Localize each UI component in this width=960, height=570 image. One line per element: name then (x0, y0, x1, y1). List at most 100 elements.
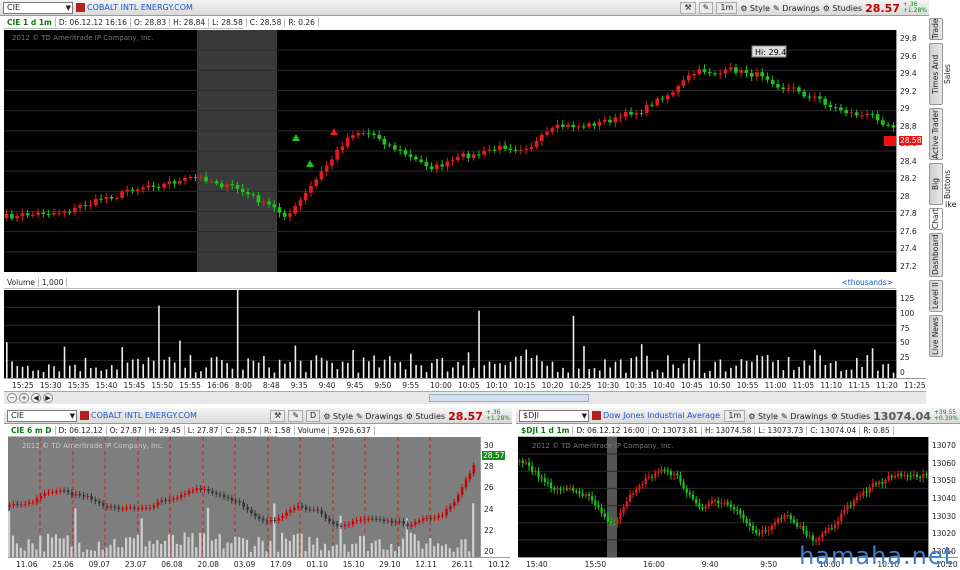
left-timeframe-button[interactable]: D (306, 410, 321, 422)
draw-icon[interactable]: ✎ (288, 410, 304, 422)
candle-body (571, 124, 576, 128)
chevron-down-icon[interactable]: ▼ (582, 411, 587, 421)
volume-axis[interactable]: 125 100 75 50 25 0 (896, 290, 926, 378)
candle-body (613, 523, 616, 525)
chevron-down-icon[interactable]: ▼ (66, 3, 71, 13)
candle-body (865, 491, 868, 493)
axis-tick-label: 15:25 (12, 381, 34, 390)
right-dji-chart[interactable]: 2012 © TD Ameritrade IP Company, Inc. (518, 437, 928, 557)
volume-bar (160, 543, 163, 557)
volume-bar (226, 363, 228, 378)
candle-body (909, 475, 912, 477)
axis-tick-label: 100 (900, 308, 915, 318)
left-price-axis[interactable]: 30 28 26 24 22 20 28.57 (480, 437, 510, 557)
candle-body (543, 478, 546, 483)
candle-body (303, 192, 308, 201)
candle-body (837, 521, 840, 525)
candle-body (282, 212, 287, 217)
right-chart-svg (518, 437, 928, 557)
volume-bar (460, 539, 463, 557)
tools-icon[interactable]: ⚒ (270, 410, 286, 422)
volume-bar (242, 538, 245, 557)
side-tab-times-and-sales[interactable]: Times And Sales (929, 43, 952, 105)
main-price-chart[interactable]: Hi: 29.45 2012 © TD Ameritrade IP Compan… (4, 30, 896, 272)
candle-body (309, 186, 313, 193)
side-tab-big-buttons[interactable]: Big Buttons (929, 163, 952, 205)
axis-tick-label: 15:40 (526, 560, 548, 569)
main-scrollbar[interactable] (429, 394, 589, 402)
candle-body (36, 212, 40, 215)
side-tab-trade[interactable]: Trade (929, 18, 943, 40)
side-tab-chart[interactable]: Chart (929, 208, 943, 230)
main-symbol-input[interactable]: CIE ▼ (3, 1, 73, 14)
style-button[interactable]: ⚙ Style (323, 412, 353, 421)
drawings-button[interactable]: ✎ Drawings (781, 412, 828, 421)
chevron-down-icon[interactable]: ▼ (70, 411, 75, 421)
candle-body (312, 509, 316, 511)
style-button[interactable]: ⚙ Style (748, 412, 778, 421)
zoom-in-icon[interactable]: + (19, 393, 29, 403)
right-symbol-input[interactable]: $DJI ▼ (519, 409, 589, 422)
candle-body (424, 161, 429, 167)
timeframe-button[interactable]: 1m (716, 2, 738, 14)
left-symbol-input[interactable]: CIE ▼ (7, 409, 77, 422)
style-label: Style (332, 411, 354, 421)
volume-bar (242, 369, 244, 378)
axis-tick-label: 29.8 (900, 34, 917, 43)
volume-units: <thousands> (841, 278, 893, 287)
candle-body (818, 537, 821, 541)
candle-body (881, 120, 885, 125)
main-time-axis[interactable]: 15:25 15:30 15:35 15:40 15:45 15:50 15:55 16:06… (4, 378, 926, 391)
scroll-left-icon[interactable]: ◀ (31, 393, 41, 403)
side-tab-active-trader[interactable]: Active Trader (929, 108, 943, 160)
side-tab-dashboard[interactable]: Dashboard (929, 233, 943, 277)
tools-icon[interactable]: ⚒ (680, 2, 696, 14)
volume-bar (58, 538, 61, 557)
draw-icon[interactable]: ✎ (698, 2, 714, 14)
axis-tick-label: 20.08 (197, 560, 220, 569)
right-toolbar-right: 1m ⚙ Style ✎ Drawings ⚙ Studies 13074.04… (724, 408, 958, 424)
left-time-axis[interactable]: 11.06 25.06 09.07 23.07 06.08 20.08 03.09 17.09… (8, 557, 510, 570)
candle-body (613, 117, 618, 123)
candle-body (887, 475, 890, 480)
candle-body (35, 498, 39, 503)
studies-button[interactable]: ⚙ Studies (406, 412, 445, 421)
side-tab-level-ii[interactable]: Level II (929, 280, 943, 312)
studies-button[interactable]: ⚙ Studies (831, 412, 870, 421)
right-price-axis[interactable]: 13070 13060 13050 13040 13030 13020 13010 (928, 437, 960, 557)
candle-body (849, 112, 854, 114)
candle-body (654, 472, 657, 478)
drawings-button[interactable]: ✎ Drawings (356, 412, 403, 421)
candle-body (736, 509, 739, 511)
candle-body (230, 184, 235, 186)
candle-body (584, 494, 587, 496)
volume-bar (142, 364, 145, 378)
side-tab-live-news[interactable]: Live News (929, 315, 943, 357)
volume-bar (410, 353, 412, 378)
axis-tick-label: 11:15 (848, 381, 870, 390)
candle-body (145, 507, 148, 509)
volume-bar (171, 534, 174, 557)
main-price-axis[interactable]: 29.829.629.429.22928.828.628.428.22827.8… (896, 30, 926, 272)
studies-button[interactable]: ⚙ Studies (823, 4, 862, 13)
candle-body (550, 128, 555, 132)
volume-bar (829, 363, 832, 378)
candle-body (433, 517, 437, 519)
volume-bar (158, 305, 160, 378)
candle-body (840, 513, 843, 522)
candle-body (304, 507, 308, 510)
zoom-out-icon[interactable]: − (7, 393, 17, 403)
left-daily-chart[interactable]: 2012 © TD Ameritrade IP Company, Inc. (8, 437, 480, 557)
scroll-right-icon[interactable]: ▶ (43, 393, 53, 403)
right-timeframe-button[interactable]: 1m (724, 410, 746, 422)
volume-bar (35, 549, 38, 557)
candle-body (408, 154, 413, 157)
drawings-button[interactable]: ✎ Drawings (773, 4, 820, 13)
axis-tick-label: 10:35 (625, 381, 647, 390)
candle-body (619, 512, 622, 520)
volume-bar (101, 549, 104, 557)
volume-chart[interactable] (4, 290, 896, 378)
candle-body (57, 212, 61, 214)
main-toolbar-right: ⚒ ✎ 1m ⚙ Style ✎ Drawings ⚙ Studies 28.5… (680, 0, 927, 16)
style-button[interactable]: ⚙ Style (740, 4, 770, 13)
